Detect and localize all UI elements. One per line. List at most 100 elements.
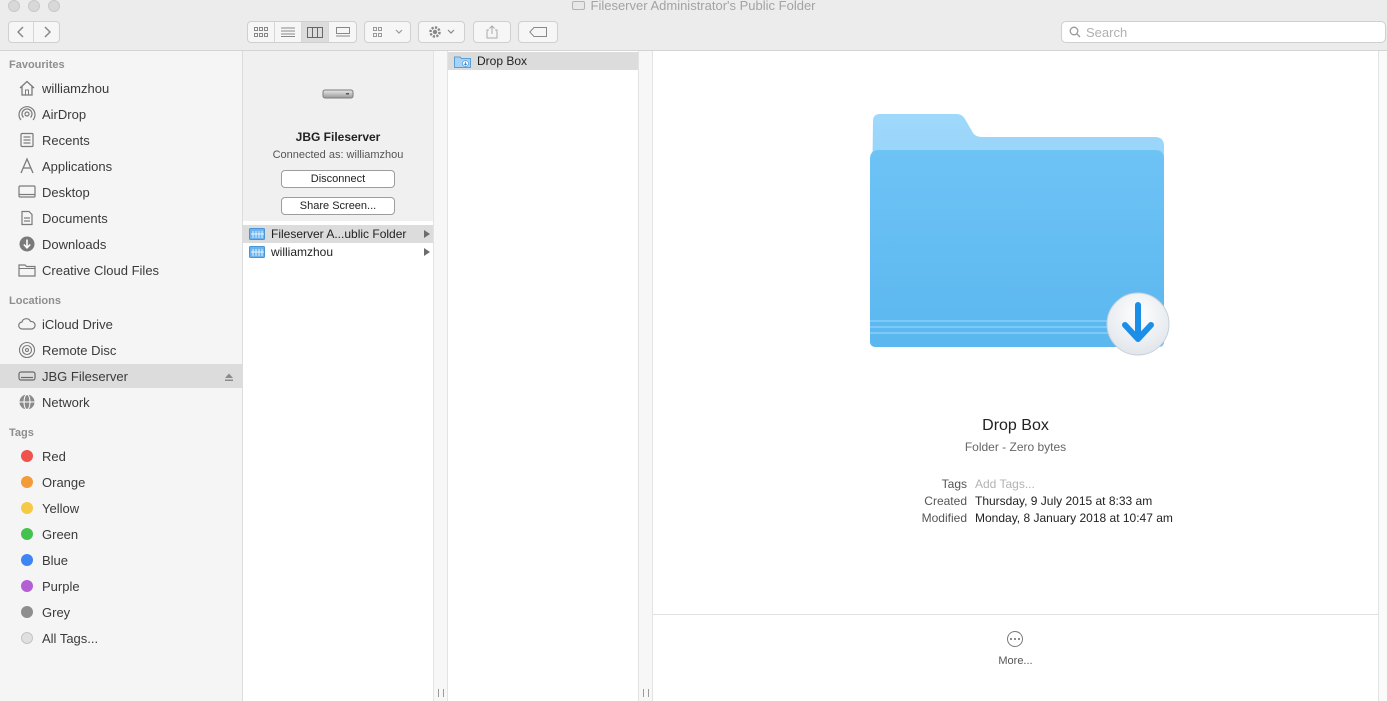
column-view-button[interactable] bbox=[302, 22, 329, 42]
preview-pane: Drop Box Folder - Zero bytes Tags Add Ta… bbox=[653, 51, 1378, 701]
search-icon bbox=[1069, 26, 1081, 38]
list-item[interactable]: Fileserver A...ublic Folder bbox=[243, 225, 433, 243]
favourites-header: Favourites bbox=[9, 59, 65, 71]
recents-icon bbox=[17, 130, 37, 150]
cloud-icon bbox=[17, 314, 37, 334]
column-view-icon bbox=[307, 26, 323, 38]
browser-column-server: JBG Fileserver Connected as: williamzhou… bbox=[243, 51, 434, 701]
more-button[interactable]: More... bbox=[653, 655, 1378, 667]
sidebar-item-label: Applications bbox=[42, 158, 113, 174]
sidebar-item-label: Purple bbox=[42, 578, 80, 594]
sidebar-item-airdrop[interactable]: AirDrop bbox=[0, 102, 242, 126]
sidebar-item-label: Orange bbox=[42, 474, 86, 490]
server-info-panel: JBG Fileserver Connected as: williamzhou… bbox=[243, 51, 433, 221]
window-toolbar: Fileserver Administrator's Public Folder bbox=[0, 0, 1387, 51]
disconnect-button[interactable]: Disconnect bbox=[281, 170, 395, 188]
all-tags-icon bbox=[21, 632, 33, 644]
list-view-button[interactable] bbox=[275, 22, 302, 42]
red-tag-icon bbox=[21, 450, 33, 462]
forward-button[interactable] bbox=[34, 22, 59, 42]
sidebar-item-remote-disc[interactable]: Remote Disc bbox=[0, 338, 242, 362]
grey-tag-icon bbox=[21, 606, 33, 618]
sidebar-item-documents[interactable]: Documents bbox=[0, 206, 242, 230]
modified-label: Modified bbox=[921, 511, 967, 525]
sidebar-item-label: JBG Fileserver bbox=[42, 368, 128, 384]
add-tags-field[interactable]: Add Tags... bbox=[975, 477, 1035, 491]
list-item-label: williamzhou bbox=[271, 245, 334, 259]
share-screen-button[interactable]: Share Screen... bbox=[281, 197, 395, 215]
window-title: Fileserver Administrator's Public Folder bbox=[0, 0, 1387, 13]
share-button[interactable] bbox=[473, 21, 511, 43]
icon-view-icon bbox=[254, 27, 268, 37]
back-button[interactable] bbox=[9, 22, 34, 42]
preview-title: Drop Box bbox=[982, 417, 1049, 434]
documents-icon bbox=[17, 208, 37, 228]
preview-scroll-edge bbox=[1378, 51, 1387, 701]
icon-view-button[interactable] bbox=[248, 22, 275, 42]
list-item-label: Drop Box bbox=[477, 54, 528, 68]
airdrop-icon bbox=[17, 104, 37, 124]
group-by-button[interactable] bbox=[364, 21, 411, 43]
search-input[interactable] bbox=[1086, 24, 1376, 40]
sidebar-item-jbg-fileserver[interactable]: JBG Fileserver bbox=[0, 364, 242, 388]
sidebar-item-icloud-drive[interactable]: iCloud Drive bbox=[0, 312, 242, 336]
group-icon bbox=[372, 27, 382, 37]
locations-header: Locations bbox=[9, 295, 61, 307]
list-item[interactable]: williamzhou bbox=[243, 243, 433, 261]
sidebar-tag-purple[interactable]: Purple bbox=[0, 574, 242, 598]
gear-icon bbox=[429, 26, 441, 38]
column-gutter bbox=[639, 51, 653, 701]
sidebar-item-label: Remote Disc bbox=[42, 342, 117, 358]
drop-box-folder-preview-icon bbox=[870, 114, 1170, 356]
preview-kind: Folder - Zero bytes bbox=[964, 440, 1067, 454]
list-item[interactable]: Drop Box bbox=[448, 52, 638, 70]
action-menu-button[interactable] bbox=[418, 21, 465, 43]
shared-folder-icon bbox=[249, 228, 265, 240]
folder-icon bbox=[17, 260, 37, 280]
sidebar-item-label: Recents bbox=[42, 132, 90, 148]
preview-footer: More... bbox=[653, 614, 1378, 701]
sidebar-tag-orange[interactable]: Orange bbox=[0, 470, 242, 494]
sidebar-item-applications[interactable]: Applications bbox=[0, 154, 242, 178]
sidebar-item-home[interactable]: williamzhou bbox=[0, 76, 242, 100]
sidebar-tag-yellow[interactable]: Yellow bbox=[0, 496, 242, 520]
column-resize-handle[interactable] bbox=[438, 689, 444, 697]
gallery-view-button[interactable] bbox=[329, 22, 356, 42]
shared-folder-icon bbox=[249, 246, 265, 258]
gallery-view-icon bbox=[335, 27, 350, 37]
sidebar-tag-grey[interactable]: Grey bbox=[0, 600, 242, 624]
tags-label: Tags bbox=[941, 477, 967, 491]
disclosure-arrow-icon bbox=[424, 248, 430, 256]
sidebar-item-network[interactable]: Network bbox=[0, 390, 242, 414]
sidebar-tag-blue[interactable]: Blue bbox=[0, 548, 242, 572]
sidebar-item-label: Network bbox=[42, 394, 90, 410]
column-resize-handle[interactable] bbox=[643, 689, 649, 697]
disc-icon bbox=[17, 340, 37, 360]
column-gutter bbox=[434, 51, 448, 701]
purple-tag-icon bbox=[21, 580, 33, 592]
sidebar-item-downloads[interactable]: Downloads bbox=[0, 232, 242, 256]
back-forward-control bbox=[8, 21, 60, 43]
sidebar-item-creative-cloud-files[interactable]: Creative Cloud Files bbox=[0, 258, 242, 282]
sidebar-item-label: Documents bbox=[42, 210, 108, 226]
server-name: JBG Fileserver bbox=[295, 130, 381, 144]
yellow-tag-icon bbox=[21, 502, 33, 514]
search-field[interactable] bbox=[1061, 21, 1386, 43]
tags-header: Tags bbox=[9, 427, 34, 439]
sidebar-item-label: Grey bbox=[42, 604, 71, 620]
edit-tags-button[interactable] bbox=[518, 21, 558, 43]
sidebar-item-recents[interactable]: Recents bbox=[0, 128, 242, 152]
more-icon[interactable] bbox=[1007, 631, 1023, 647]
sidebar-tag-red[interactable]: Red bbox=[0, 444, 242, 468]
downloads-icon bbox=[17, 234, 37, 254]
sidebar-item-desktop[interactable]: Desktop bbox=[0, 180, 242, 204]
sidebar-tag-all-tags[interactable]: All Tags... bbox=[0, 626, 242, 650]
sidebar-item-label: Green bbox=[42, 526, 79, 542]
sidebar-tag-green[interactable]: Green bbox=[0, 522, 242, 546]
chevron-left-icon bbox=[17, 26, 24, 38]
connected-as-label: Connected as: williamzhou bbox=[272, 149, 404, 161]
eject-icon[interactable] bbox=[224, 370, 234, 385]
sidebar-item-label: Yellow bbox=[42, 500, 80, 516]
sidebar-item-label: Red bbox=[42, 448, 66, 464]
created-value: Thursday, 9 July 2015 at 8:33 am bbox=[975, 494, 1153, 508]
